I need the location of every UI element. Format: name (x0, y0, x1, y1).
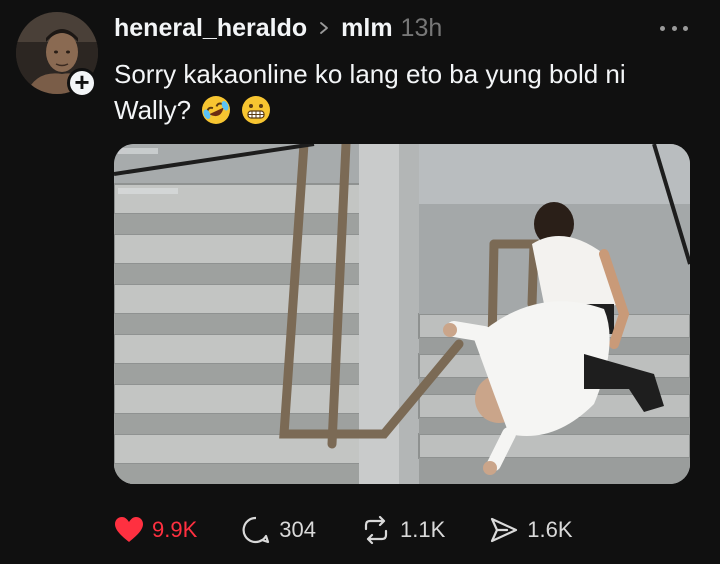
repost-count: 1.1K (399, 517, 446, 542)
post-media-image[interactable] (114, 144, 690, 484)
repost-button[interactable]: 1.1K (360, 515, 445, 545)
grimacing-emoji (241, 96, 270, 124)
more-options-button[interactable] (656, 18, 692, 38)
thread-post: + heneral_heraldo mlm 13h Sorry kakaonli… (0, 0, 720, 564)
post-header: heneral_heraldo mlm 13h (114, 12, 442, 44)
dot-icon (671, 25, 677, 31)
username-link[interactable]: heneral_heraldo (114, 14, 307, 43)
dot-icon (660, 25, 665, 31)
like-count: 9.9K (152, 517, 198, 542)
reply-button[interactable]: 304 (241, 515, 316, 545)
community-link[interactable]: mlm (341, 14, 392, 43)
chevron-right-icon (320, 22, 329, 34)
caption-text: Sorry kakaonline ko lang eto ba yung bol… (114, 59, 626, 125)
share-count: 1.6K (527, 517, 573, 542)
repost-icon (364, 515, 388, 545)
heart-icon (115, 517, 143, 542)
post-timestamp: 13h (400, 13, 443, 42)
share-button[interactable]: 1.6K (489, 515, 573, 545)
dot-icon (683, 25, 688, 31)
share-icon (491, 517, 518, 543)
staircase-cctv-image (114, 144, 690, 484)
post-actions: 9.9K 304 1.1K 1.6K (114, 510, 617, 550)
like-button[interactable]: 9.9K (114, 516, 197, 544)
rolling-on-floor-laughing-emoji (202, 96, 231, 124)
post-caption: Sorry kakaonline ko lang eto ba yung bol… (114, 56, 684, 128)
comment-icon (242, 516, 270, 544)
follow-button[interactable]: + (67, 68, 97, 98)
plus-icon: + (74, 67, 90, 97)
reply-count: 304 (279, 517, 316, 542)
